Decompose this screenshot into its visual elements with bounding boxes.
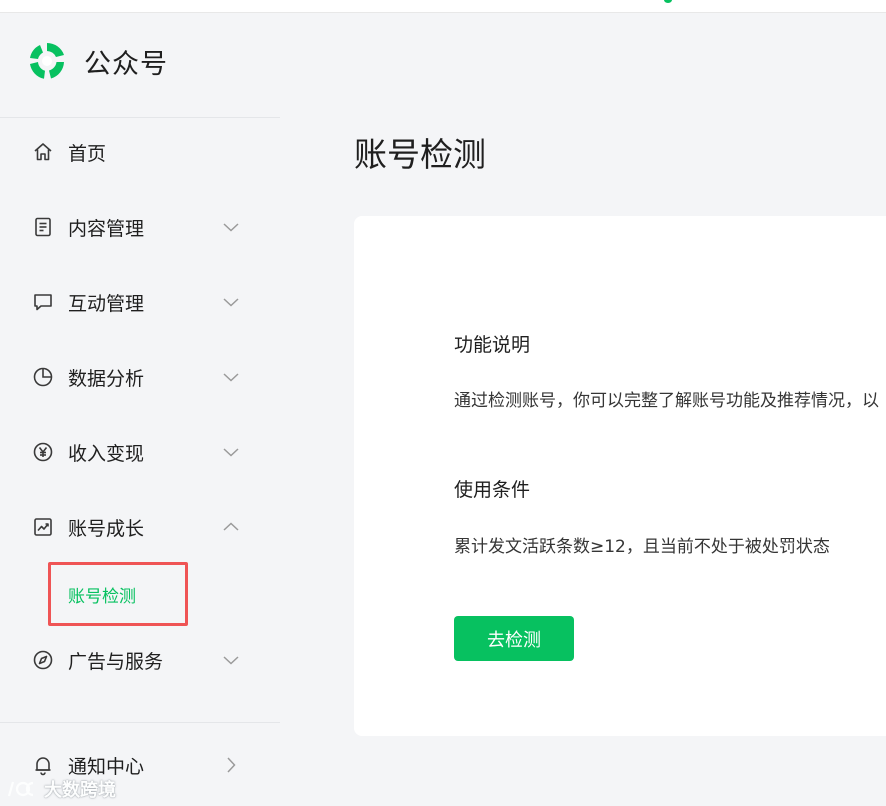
sidebar-item-ads-and-services[interactable]: 广告与服务 <box>0 637 280 683</box>
chevron-right-icon <box>221 755 241 775</box>
top-bar-indicator <box>664 0 672 3</box>
sidebar-subitem-account-check[interactable]: 账号检测 <box>68 577 136 611</box>
page-title: 账号检测 <box>354 135 486 174</box>
yen-circle-icon <box>32 441 54 463</box>
watermark-text: 大数跨境 <box>44 780 116 801</box>
section-text-usage-conditions: 累计发文活跃条数≥12，且当前不处于被处罚状态 <box>454 537 830 557</box>
sidebar-subitem-label: 账号检测 <box>68 586 136 607</box>
document-icon <box>32 216 54 238</box>
top-bar <box>0 0 886 13</box>
chevron-down-icon <box>221 292 241 312</box>
brand-name: 公众号 <box>84 48 168 80</box>
chevron-down-icon <box>221 650 241 670</box>
bell-icon <box>32 754 54 776</box>
chevron-down-icon <box>221 442 241 462</box>
sidebar-item-home[interactable]: 首页 <box>0 129 280 175</box>
wechat-official-account-logo-icon <box>30 42 64 79</box>
sidebar-divider <box>0 117 280 118</box>
sidebar-item-data-analysis[interactable]: 数据分析 <box>0 354 280 400</box>
chevron-down-icon <box>221 217 241 237</box>
chevron-up-icon <box>221 517 241 537</box>
sidebar-item-label: 数据分析 <box>68 367 145 390</box>
sidebar-item-interaction-management[interactable]: 互动管理 <box>0 279 280 325</box>
pie-chart-icon <box>32 366 54 388</box>
chat-bubble-icon <box>32 291 54 313</box>
brand[interactable]: 公众号 <box>26 40 168 82</box>
sidebar-item-monetization[interactable]: 收入变现 <box>0 429 280 475</box>
sidebar-item-label: 广告与服务 <box>68 650 164 673</box>
sidebar-divider <box>0 722 280 723</box>
watermark-logo-icon <box>7 781 34 797</box>
sidebar-item-content-management[interactable]: 内容管理 <box>0 204 280 250</box>
sidebar-item-label: 收入变现 <box>68 442 145 465</box>
sidebar-item-label: 首页 <box>68 142 107 165</box>
sidebar-item-label: 通知中心 <box>68 755 145 778</box>
trend-chart-icon <box>32 516 54 538</box>
sidebar-item-label: 互动管理 <box>68 292 145 315</box>
content-card <box>354 216 886 736</box>
sidebar-item-label: 账号成长 <box>68 517 145 540</box>
sidebar-item-account-growth[interactable]: 账号成长 <box>0 504 280 550</box>
home-icon <box>32 141 54 163</box>
section-title-usage-conditions: 使用条件 <box>454 479 531 501</box>
chevron-down-icon <box>221 367 241 387</box>
watermark: 大数跨境 <box>6 776 116 802</box>
section-title-feature-description: 功能说明 <box>454 334 531 356</box>
section-text-feature-description: 通过检测账号，你可以完整了解账号功能及推荐情况，以 <box>454 391 879 411</box>
compass-icon <box>32 649 54 671</box>
start-check-button[interactable]: 去检测 <box>454 616 574 661</box>
sidebar-item-label: 内容管理 <box>68 217 145 240</box>
